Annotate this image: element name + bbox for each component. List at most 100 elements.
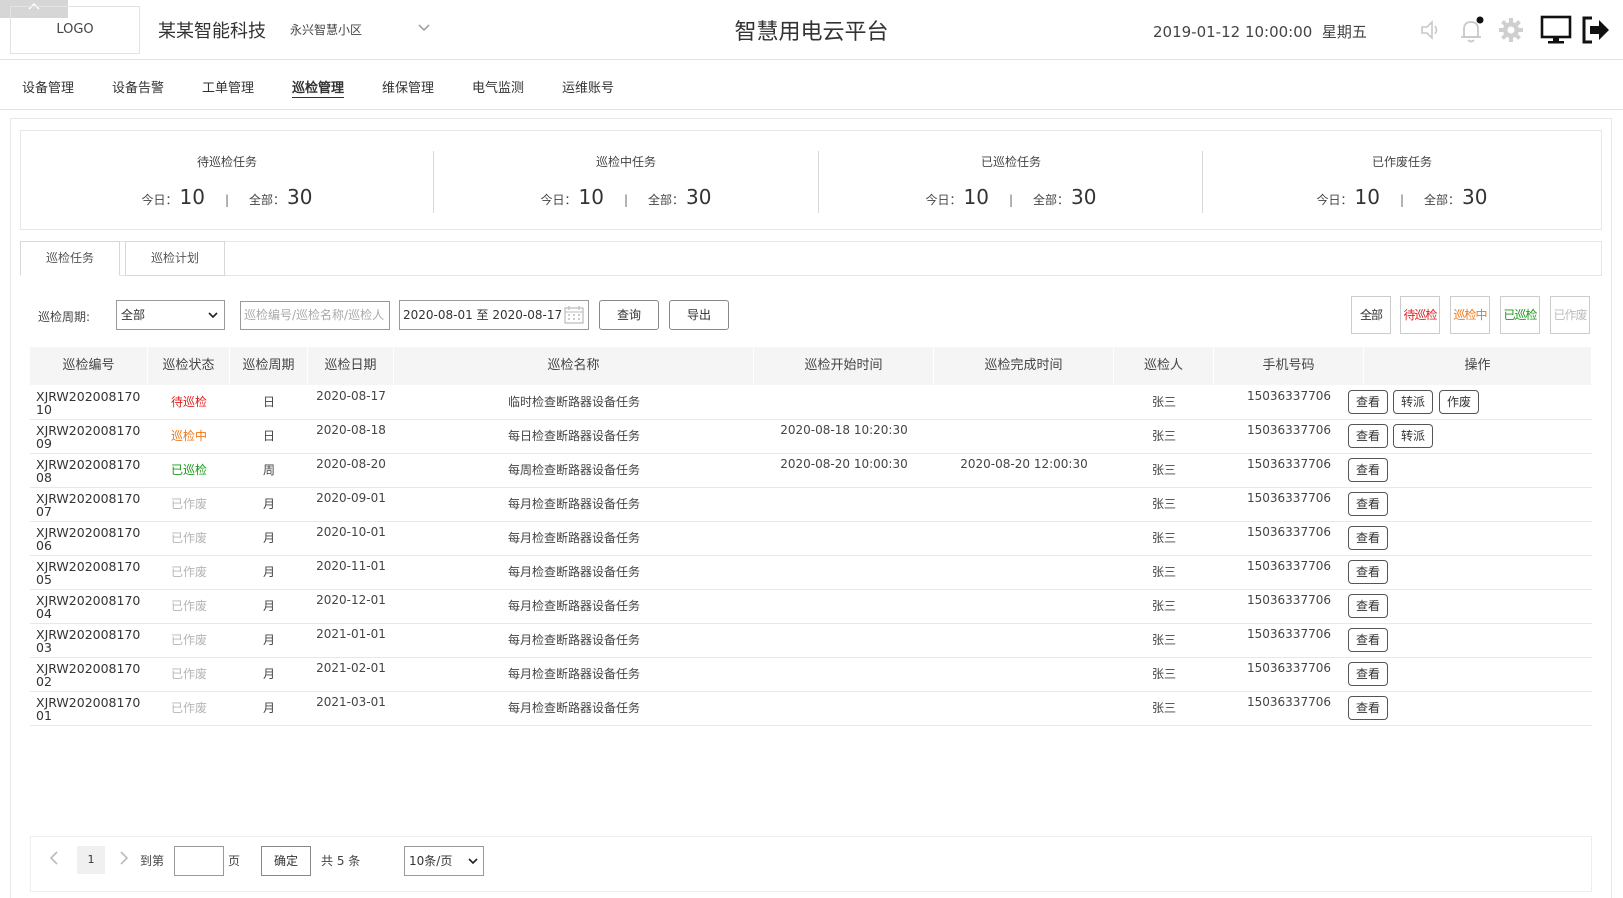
cell-status: 已作废 bbox=[170, 701, 207, 715]
nav-ops-account[interactable]: 运维账号 bbox=[562, 77, 614, 96]
view-button[interactable]: 查看 bbox=[1348, 390, 1388, 414]
view-button[interactable]: 查看 bbox=[1348, 628, 1388, 652]
speaker-icon[interactable] bbox=[1418, 14, 1444, 46]
cell-status: 已作废 bbox=[170, 497, 207, 511]
table-header: 巡检编号 巡检状态 巡检周期 巡检日期 巡检名称 巡检开始时间 巡检完成时间 巡… bbox=[30, 347, 1592, 385]
cell-status: 已作废 bbox=[170, 531, 207, 545]
goto-page-input[interactable] bbox=[174, 846, 224, 876]
all-label: 全部： bbox=[648, 193, 685, 207]
date-range-value: 2020-08-01 至 2020-08-17 bbox=[403, 308, 563, 322]
cell-start-time bbox=[754, 691, 934, 725]
gear-icon[interactable] bbox=[1496, 14, 1526, 46]
cell-phone: 15036337706 bbox=[1247, 389, 1331, 403]
table-row: XJRW20200817009 巡检中日 2020-08-18 每日检查断路器设备任务… bbox=[30, 419, 1592, 454]
view-button[interactable]: 查看 bbox=[1348, 526, 1388, 550]
column-header: 巡检名称 bbox=[394, 347, 754, 385]
cell-end-time bbox=[934, 385, 1114, 419]
nav-inspection-management[interactable]: 巡检管理 bbox=[292, 77, 344, 96]
export-button[interactable]: 导出 bbox=[669, 300, 729, 330]
table-row: XJRW20200817004 已作废月 2020-12-01 每月检查断路器设备任务… bbox=[30, 589, 1592, 624]
cell-start-time bbox=[754, 623, 934, 657]
nav-maintenance[interactable]: 维保管理 bbox=[382, 77, 434, 96]
all-label: 全部： bbox=[1424, 193, 1461, 207]
today-label: 今日： bbox=[925, 193, 962, 207]
status-filter-done[interactable]: 已巡检 bbox=[1500, 296, 1540, 334]
cell-end-time bbox=[934, 555, 1114, 589]
status-filter-pending[interactable]: 待巡检 bbox=[1400, 296, 1440, 334]
date-range-picker[interactable]: 2020-08-01 至 2020-08-17 bbox=[399, 300, 589, 330]
cell-name: 每月检查断路器设备任务 bbox=[507, 497, 640, 511]
nav-device-management[interactable]: 设备管理 bbox=[22, 77, 74, 96]
cell-inspector: 张三 bbox=[1151, 565, 1176, 579]
cell-end-time bbox=[934, 691, 1114, 725]
cell-date: 2020-08-17 bbox=[316, 389, 386, 403]
company-name: 某某智能科技 bbox=[158, 21, 266, 42]
cell-name: 每月检查断路器设备任务 bbox=[507, 565, 640, 579]
cell-status: 巡检中 bbox=[170, 429, 207, 443]
view-button[interactable]: 查看 bbox=[1348, 492, 1388, 516]
nav-electrical-monitoring[interactable]: 电气监测 bbox=[472, 77, 524, 96]
search-input[interactable]: 巡检编号/巡检名称/巡检人 bbox=[240, 301, 390, 330]
cycle-select[interactable]: 全部 bbox=[116, 300, 225, 330]
status-filter-in-progress[interactable]: 巡检中 bbox=[1450, 296, 1490, 334]
table-row: XJRW20200817008 已巡检周 2020-08-20 每周检查断路器设备任务… bbox=[30, 453, 1592, 488]
cell-cycle: 日 bbox=[262, 395, 275, 409]
bell-icon[interactable] bbox=[1456, 14, 1486, 46]
stat-title: 巡检中任务 bbox=[595, 155, 656, 169]
column-header: 巡检状态 bbox=[148, 347, 230, 385]
chevron-left-icon[interactable] bbox=[48, 850, 60, 866]
cell-code: XJRW20200817001 bbox=[36, 695, 141, 723]
tab-inspection-plans[interactable]: 巡检计划 bbox=[125, 241, 225, 276]
cell-date: 2020-10-01 bbox=[316, 525, 386, 539]
separator: | bbox=[224, 193, 230, 207]
query-button[interactable]: 查询 bbox=[599, 300, 659, 330]
page-size-select[interactable]: 10条/页 bbox=[404, 846, 484, 876]
cell-status: 已作废 bbox=[170, 599, 207, 613]
status-filter-void[interactable]: 已作废 bbox=[1550, 296, 1590, 334]
view-button[interactable]: 查看 bbox=[1348, 696, 1388, 720]
nav-device-alarm[interactable]: 设备告警 bbox=[112, 77, 164, 96]
view-button[interactable]: 查看 bbox=[1348, 458, 1388, 482]
status-filter-all[interactable]: 全部 bbox=[1351, 296, 1391, 334]
reassign-button[interactable]: 转派 bbox=[1393, 424, 1433, 448]
weekday-text: 星期五 bbox=[1321, 23, 1367, 41]
today-count: 10 bbox=[963, 185, 989, 209]
reassign-button[interactable]: 转派 bbox=[1393, 390, 1433, 414]
chevron-down-icon[interactable] bbox=[416, 20, 432, 36]
logout-icon[interactable] bbox=[1579, 14, 1613, 46]
calendar-icon bbox=[564, 306, 584, 324]
cell-end-time bbox=[934, 623, 1114, 657]
view-button[interactable]: 查看 bbox=[1348, 662, 1388, 686]
view-button[interactable]: 查看 bbox=[1348, 560, 1388, 584]
community-selector-label[interactable]: 永兴智慧小区 bbox=[290, 21, 362, 38]
cell-phone: 15036337706 bbox=[1247, 559, 1331, 573]
cell-start-time bbox=[754, 521, 934, 555]
cell-cycle: 月 bbox=[262, 701, 275, 715]
main-nav: 设备管理 设备告警 工单管理 巡检管理 维保管理 电气监测 运维账号 bbox=[0, 60, 1623, 110]
cell-inspector: 张三 bbox=[1151, 599, 1176, 613]
cell-date: 2020-08-20 bbox=[316, 457, 386, 471]
chevron-right-icon[interactable] bbox=[118, 850, 130, 866]
column-header: 操作 bbox=[1364, 347, 1592, 385]
page-size-value: 10条/页 bbox=[409, 854, 453, 868]
separator: | bbox=[623, 193, 629, 207]
monitor-icon[interactable] bbox=[1539, 14, 1573, 46]
cell-inspector: 张三 bbox=[1151, 395, 1176, 409]
goto-confirm-button[interactable]: 确定 bbox=[261, 846, 311, 876]
void-button[interactable]: 作废 bbox=[1439, 390, 1479, 414]
cell-inspector: 张三 bbox=[1151, 497, 1176, 511]
cell-start-time bbox=[754, 657, 934, 691]
cell-end-time bbox=[934, 589, 1114, 623]
cell-cycle: 月 bbox=[262, 633, 275, 647]
view-button[interactable]: 查看 bbox=[1348, 424, 1388, 448]
cell-phone: 15036337706 bbox=[1247, 661, 1331, 675]
page-number-current[interactable]: 1 bbox=[77, 846, 105, 874]
view-button[interactable]: 查看 bbox=[1348, 594, 1388, 618]
cell-cycle: 月 bbox=[262, 667, 275, 681]
nav-work-order[interactable]: 工单管理 bbox=[202, 77, 254, 96]
cell-phone: 15036337706 bbox=[1247, 627, 1331, 641]
stat-card-in-progress: 巡检中任务 今日： 10 | 全部： 30 bbox=[434, 131, 818, 231]
all-count: 30 bbox=[287, 185, 313, 209]
tab-inspection-tasks[interactable]: 巡检任务 bbox=[20, 241, 120, 276]
cell-end-time bbox=[934, 487, 1114, 521]
